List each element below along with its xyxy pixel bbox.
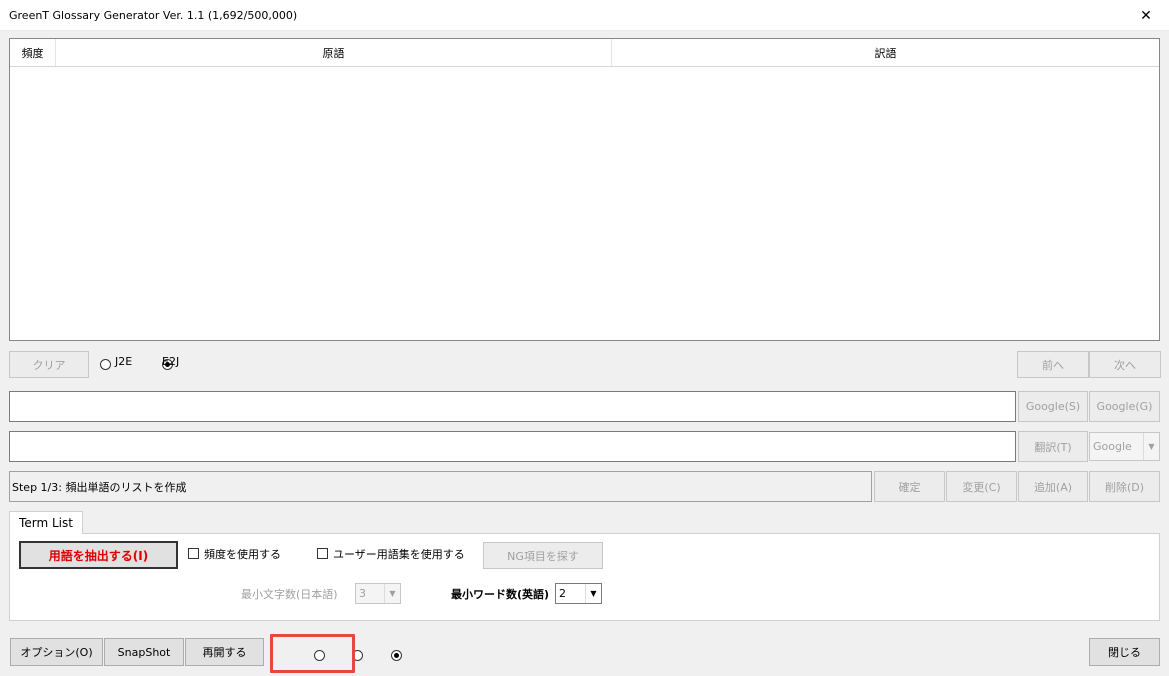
use-frequency-checkbox[interactable]: [188, 548, 199, 559]
column-header-frequency[interactable]: 頻度: [10, 39, 56, 66]
close-icon: ✕: [1140, 7, 1152, 24]
use-user-glossary-checkbox[interactable]: [317, 548, 328, 559]
radio-j2e[interactable]: [100, 359, 111, 370]
window-title: GreenT Glossary Generator Ver. 1.1 (1,69…: [9, 9, 298, 22]
min-chars-value: 3: [359, 587, 366, 600]
status-bar: Step 1/3: 頻出単語のリストを作成: [9, 471, 872, 502]
min-chars-label: 最小文字数(日本語): [241, 588, 338, 601]
title-bar: GreenT Glossary Generator Ver. 1.1 (1,69…: [0, 0, 1169, 31]
engine-select-value: Google: [1093, 440, 1132, 453]
use-user-glossary-label: ユーザー用語集を使用する: [333, 548, 465, 561]
prev-button[interactable]: 前へ: [1017, 351, 1089, 378]
chevron-down-icon: ▼: [384, 584, 400, 603]
engine-select[interactable]: Google ▼: [1089, 432, 1160, 461]
chevron-down-icon: ▼: [585, 584, 601, 603]
tab-term-list[interactable]: Term List: [9, 511, 83, 534]
min-words-label: 最小ワード数(英語): [451, 588, 550, 601]
source-term-input[interactable]: [9, 391, 1016, 422]
column-header-source[interactable]: 原語: [56, 39, 612, 66]
extract-terms-button[interactable]: 用語を抽出する(I): [19, 541, 178, 569]
confirm-button[interactable]: 確定: [874, 471, 945, 502]
find-ng-button[interactable]: NG項目を探す: [483, 542, 603, 569]
column-header-translation[interactable]: 訳語: [612, 39, 1159, 66]
translate-button[interactable]: 翻訳(T): [1018, 431, 1088, 462]
clear-button[interactable]: クリア: [9, 351, 89, 378]
radio-e2j-label: E2J: [162, 355, 180, 368]
window-close-button[interactable]: ✕: [1123, 0, 1169, 31]
google-s-button[interactable]: Google(S): [1018, 391, 1088, 422]
add-button[interactable]: 追加(A): [1018, 471, 1088, 502]
chevron-down-icon: ▼: [1143, 433, 1159, 460]
use-frequency-label: 頻度を使用する: [204, 548, 281, 561]
min-chars-select[interactable]: 3 ▼: [355, 583, 401, 604]
min-words-select[interactable]: 2 ▼: [555, 583, 602, 604]
resume-button[interactable]: 再開する: [185, 638, 264, 666]
next-button[interactable]: 次へ: [1089, 351, 1161, 378]
change-button[interactable]: 変更(C): [946, 471, 1017, 502]
tab-term-list-label: Term List: [19, 516, 73, 530]
close-button[interactable]: 閉じる: [1089, 638, 1160, 666]
highlight-box: [270, 634, 355, 673]
term-table-header: 頻度 原語 訳語: [10, 39, 1159, 67]
snapshot-radio-3[interactable]: [391, 650, 403, 661]
google-g-button[interactable]: Google(G): [1089, 391, 1160, 422]
snapshot-button[interactable]: SnapShot: [104, 638, 184, 666]
translation-input[interactable]: [9, 431, 1016, 462]
min-words-value: 2: [559, 587, 566, 600]
term-table[interactable]: 頻度 原語 訳語: [9, 38, 1160, 341]
delete-button[interactable]: 削除(D): [1089, 471, 1160, 502]
radio-j2e-label: J2E: [115, 355, 133, 368]
options-button[interactable]: オプション(O): [10, 638, 103, 666]
status-text: Step 1/3: 頻出単語のリストを作成: [12, 480, 187, 494]
